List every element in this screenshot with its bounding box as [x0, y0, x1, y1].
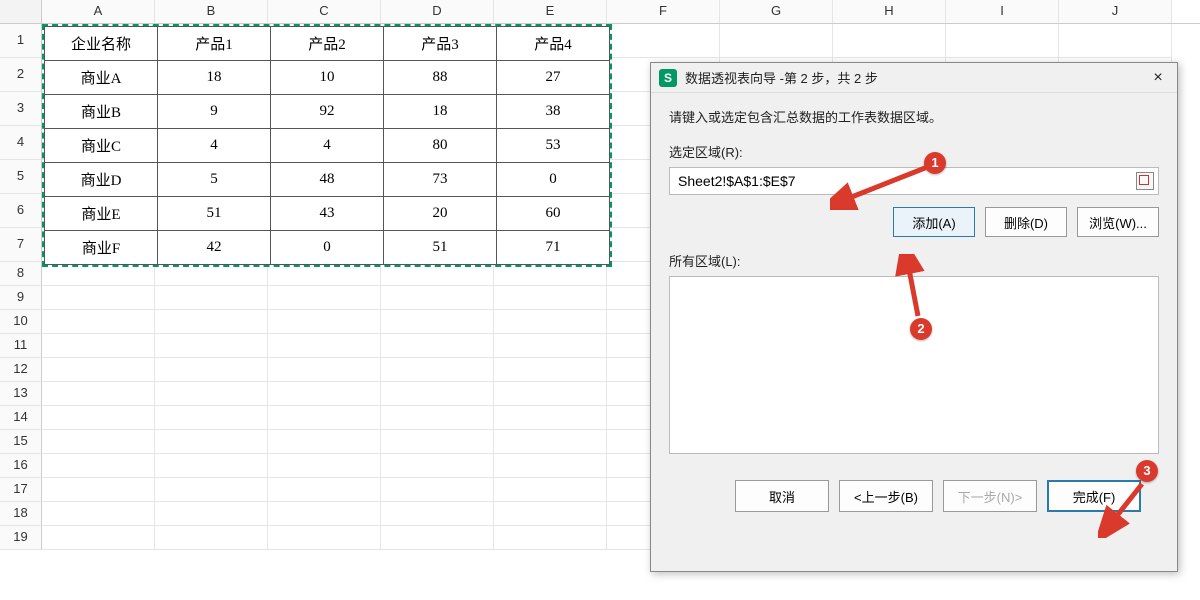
finish-button[interactable]: 完成(F)	[1047, 480, 1141, 512]
next-button[interactable]: 下一步(N)>	[943, 480, 1037, 512]
col-header[interactable]: F	[607, 0, 720, 23]
row-header[interactable]: 1	[0, 24, 42, 58]
select-all-corner[interactable]	[0, 0, 42, 23]
back-button[interactable]: <上一步(B)	[839, 480, 933, 512]
row-header[interactable]: 19	[0, 526, 42, 550]
row-header[interactable]: 10	[0, 310, 42, 334]
table-header[interactable]: 产品3	[384, 27, 497, 61]
table-row: 商业A18108827	[45, 61, 610, 95]
row-header[interactable]: 7	[0, 228, 42, 262]
col-header[interactable]: G	[720, 0, 833, 23]
row-header[interactable]: 18	[0, 502, 42, 526]
table-header[interactable]: 产品4	[497, 27, 610, 61]
row-header[interactable]: 8	[0, 262, 42, 286]
row-header[interactable]: 16	[0, 454, 42, 478]
browse-button[interactable]: 浏览(W)...	[1077, 207, 1159, 237]
column-header-row: A B C D E F G H I J	[0, 0, 1200, 24]
row-header[interactable]: 15	[0, 430, 42, 454]
row-header[interactable]: 9	[0, 286, 42, 310]
row-header[interactable]: 13	[0, 382, 42, 406]
data-table: 企业名称 产品1 产品2 产品3 产品4 商业A18108827 商业B9921…	[44, 26, 610, 265]
cancel-button[interactable]: 取消	[735, 480, 829, 512]
app-icon: S	[659, 69, 677, 87]
dialog-titlebar[interactable]: S 数据透视表向导 -第 2 步，共 2 步 ×	[651, 63, 1177, 93]
table-header[interactable]: 产品1	[158, 27, 271, 61]
col-header[interactable]: A	[42, 0, 155, 23]
pivot-wizard-dialog: S 数据透视表向导 -第 2 步，共 2 步 × 请键入或选定包含汇总数据的工作…	[650, 62, 1178, 572]
col-header[interactable]: C	[268, 0, 381, 23]
row-header[interactable]: 4	[0, 126, 42, 160]
table-row: 商业C448053	[45, 129, 610, 163]
table-header-row: 企业名称 产品1 产品2 产品3 产品4	[45, 27, 610, 61]
col-header[interactable]: H	[833, 0, 946, 23]
col-header[interactable]: E	[494, 0, 607, 23]
range-label: 选定区域(R):	[669, 142, 1159, 161]
table-row: 商业F4205171	[45, 231, 610, 265]
delete-button[interactable]: 删除(D)	[985, 207, 1067, 237]
row-header-col: 1 2 3 4 5 6 7 8 9 10 11 12 13 14 15 16 1…	[0, 24, 42, 550]
col-header[interactable]: D	[381, 0, 494, 23]
table-row: 商业D548730	[45, 163, 610, 197]
selected-range-marquee: 企业名称 产品1 产品2 产品3 产品4 商业A18108827 商业B9921…	[42, 24, 612, 267]
table-header[interactable]: 企业名称	[45, 27, 158, 61]
row-header[interactable]: 2	[0, 58, 42, 92]
annotation-badge-3: 3	[1136, 460, 1158, 482]
col-header[interactable]: J	[1059, 0, 1172, 23]
range-field[interactable]	[669, 167, 1159, 195]
table-row: 商业B9921838	[45, 95, 610, 129]
row-header[interactable]: 17	[0, 478, 42, 502]
col-header[interactable]: I	[946, 0, 1059, 23]
row-header[interactable]: 3	[0, 92, 42, 126]
row-header[interactable]: 12	[0, 358, 42, 382]
all-ranges-label: 所有区域(L):	[669, 251, 1159, 270]
add-button[interactable]: 添加(A)	[893, 207, 975, 237]
annotation-badge-1: 1	[924, 152, 946, 174]
row-header[interactable]: 5	[0, 160, 42, 194]
dialog-instruction: 请键入或选定包含汇总数据的工作表数据区域。	[669, 107, 1159, 126]
dialog-title: 数据透视表向导 -第 2 步，共 2 步	[685, 68, 1147, 87]
range-input[interactable]	[678, 173, 1136, 189]
table-header[interactable]: 产品2	[271, 27, 384, 61]
all-ranges-listbox[interactable]	[669, 276, 1159, 454]
close-icon[interactable]: ×	[1147, 69, 1169, 87]
range-picker-icon[interactable]	[1136, 172, 1154, 190]
row-header[interactable]: 14	[0, 406, 42, 430]
row-header[interactable]: 11	[0, 334, 42, 358]
annotation-badge-2: 2	[910, 318, 932, 340]
row-header[interactable]: 6	[0, 194, 42, 228]
col-header[interactable]: B	[155, 0, 268, 23]
table-row: 商业E51432060	[45, 197, 610, 231]
